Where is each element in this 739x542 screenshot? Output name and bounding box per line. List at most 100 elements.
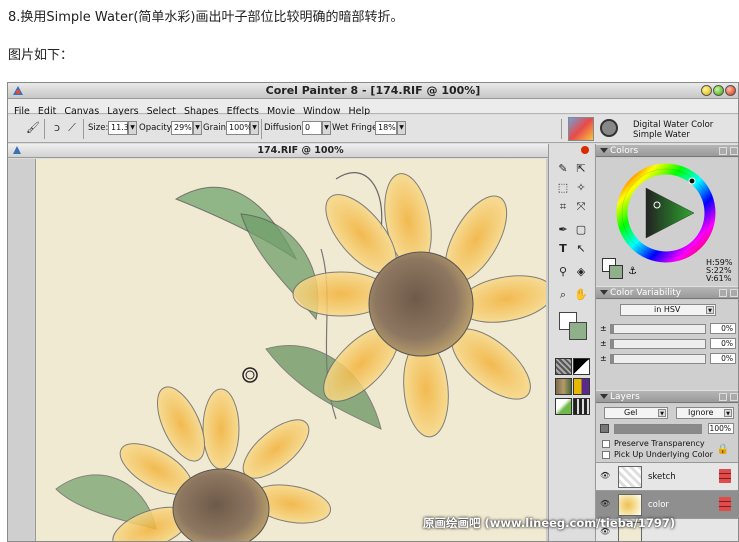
magnifier-icon[interactable]: ⌕ (555, 287, 571, 303)
diffusion-dropdown-arrow-icon[interactable]: ▼ (322, 121, 331, 135)
collapse-triangle-icon[interactable] (600, 148, 608, 153)
layer-adjuster-icon[interactable]: ⇱ (573, 161, 589, 177)
saturation-variability-value[interactable]: 0% (710, 338, 736, 349)
variability-mode-value: in HSV (654, 305, 681, 314)
maximize-button[interactable] (713, 85, 724, 96)
collapse-triangle-icon[interactable] (600, 290, 608, 295)
menu-bar: File Edit Canvas Layers Select Shapes Effects M… (8, 99, 738, 117)
gradient-selector[interactable] (573, 358, 590, 375)
size-dropdown-arrow-icon[interactable]: ▼ (128, 121, 137, 135)
composite-depth-value: Ignore (688, 408, 714, 417)
magic-wand-icon[interactable]: ✧ (573, 180, 589, 196)
composite-depth-dropdown[interactable]: Ignore ▼ (676, 407, 734, 419)
opacity-field[interactable]: 29% (171, 121, 193, 135)
layer-row-color[interactable]: 👁 color (596, 490, 738, 518)
color-variability-title: Color Variability (610, 288, 682, 298)
visibility-eye-icon[interactable]: 👁 (600, 500, 610, 508)
hue-variability-prefix: ± (600, 324, 607, 333)
straight-line-icon[interactable]: ⟋ (65, 121, 79, 135)
color-variability-header[interactable]: Color Variability (596, 286, 738, 299)
lock-icon[interactable]: 🔒 (717, 444, 729, 455)
wet-fringe-field[interactable]: 18% (375, 121, 397, 135)
diffusion-label: Diffusion: (264, 123, 305, 133)
pen-tool-icon[interactable]: ✒ (555, 222, 571, 238)
size-label: Size: (88, 123, 109, 133)
visibility-eye-icon[interactable]: 👁 (600, 472, 610, 480)
value-readout: V:61% (706, 274, 732, 283)
close-button[interactable] (725, 85, 736, 96)
brush-tool-icon[interactable]: 🖌 (26, 121, 40, 135)
drawing-canvas[interactable] (36, 159, 546, 541)
pick-up-underlying-color-checkbox[interactable] (602, 451, 610, 459)
chevron-down-icon: ▼ (706, 306, 714, 314)
diffusion-field[interactable]: 0 (302, 121, 322, 135)
panel-menu-icon[interactable] (719, 147, 727, 155)
brush-variant-name[interactable]: Simple Water (633, 130, 690, 140)
text-tool-icon[interactable]: T (555, 241, 571, 257)
pattern-selector[interactable] (555, 378, 572, 395)
separator (83, 119, 84, 139)
document-title-bar: 174.RIF @ 100% (8, 144, 593, 158)
brush-cursor-icon (242, 367, 258, 383)
paper-selector[interactable] (555, 358, 572, 375)
grain-field[interactable]: 100% (226, 121, 252, 135)
grain-dropdown-arrow-icon[interactable]: ▼ (250, 121, 259, 135)
watermark-text: 原画绘画吧 (www.lineeg.com/tieba/1797) (423, 516, 676, 530)
hue-variability-slider[interactable] (610, 324, 706, 334)
value-variability-value[interactable]: 0% (710, 353, 736, 364)
hue-variability-value[interactable]: 0% (710, 323, 736, 334)
secondary-color-swatch[interactable] (609, 265, 623, 279)
freehand-stroke-icon[interactable]: ↄ (50, 121, 64, 135)
size-field[interactable]: 11.3 (108, 121, 129, 135)
window-title: Corel Painter 8 - [174.RIF @ 100%] (265, 84, 481, 97)
nozzle-selector[interactable] (555, 398, 572, 415)
document-title: 174.RIF @ 100% (257, 145, 344, 156)
layers-panel-header[interactable]: Layers (596, 390, 738, 403)
layer-opacity-icon (600, 424, 609, 433)
opacity-dropdown-arrow-icon[interactable]: ▼ (193, 121, 202, 135)
minimize-button[interactable] (701, 85, 712, 96)
look-selector[interactable] (573, 398, 590, 415)
shape-selection-icon[interactable]: ↖ (573, 241, 589, 257)
brush-variant-selector[interactable] (600, 119, 618, 137)
colors-panel-header[interactable]: Colors (596, 144, 738, 157)
variability-mode-dropdown[interactable]: in HSV ▼ (620, 304, 716, 316)
composite-method-dropdown[interactable]: Gel ▼ (604, 407, 668, 419)
crop-tool-icon[interactable]: ⌗ (555, 199, 571, 215)
panel-menu-icon[interactable] (719, 289, 727, 297)
clone-color-icon[interactable]: ⚓ (628, 266, 637, 277)
panel-close-icon[interactable] (730, 393, 738, 401)
image-caption: 图片如下： (8, 48, 74, 63)
color-wheel[interactable] (616, 163, 716, 263)
title-bar: Corel Painter 8 - [174.RIF @ 100%] (8, 83, 738, 99)
brush-category-name[interactable]: Digital Water Color (633, 120, 713, 130)
preserve-transparency-checkbox[interactable] (602, 440, 610, 448)
brush-tool-icon[interactable]: ✎ (555, 161, 571, 177)
layer-opacity-value[interactable]: 100% (708, 423, 734, 434)
panel-menu-icon[interactable] (719, 393, 727, 401)
layers-panel-title: Layers (610, 392, 640, 402)
layer-name: sketch (648, 472, 676, 482)
rectangle-shape-icon[interactable]: ▢ (573, 222, 589, 238)
dropper-tool-icon[interactable]: ⚲ (555, 264, 571, 280)
collapse-triangle-icon[interactable] (600, 394, 608, 399)
panel-close-icon[interactable] (730, 147, 738, 155)
layer-row-sketch[interactable]: 👁 sketch (596, 462, 738, 490)
brush-category-selector[interactable] (568, 117, 594, 141)
rectangular-selection-icon[interactable]: ⬚ (555, 180, 571, 196)
additional-color-swatch[interactable] (569, 322, 587, 340)
wet-fringe-dropdown-arrow-icon[interactable]: ▼ (397, 121, 406, 135)
toolbox-close-icon[interactable] (581, 146, 589, 154)
saturation-variability-prefix: ± (600, 339, 607, 348)
layer-opacity-slider[interactable] (614, 424, 702, 434)
separator (561, 119, 562, 139)
grabber-hand-icon[interactable]: ✋ (573, 287, 589, 303)
transform-tool-icon[interactable]: ⤧ (573, 199, 589, 215)
weaving-selector[interactable] (573, 378, 590, 395)
wet-fringe-label: Wet Fringe: (332, 123, 381, 133)
layer-stack-icon (719, 497, 731, 511)
saturation-variability-slider[interactable] (610, 339, 706, 349)
panel-close-icon[interactable] (730, 289, 738, 297)
paint-bucket-icon[interactable]: ◈ (573, 264, 589, 280)
value-variability-slider[interactable] (610, 354, 706, 364)
